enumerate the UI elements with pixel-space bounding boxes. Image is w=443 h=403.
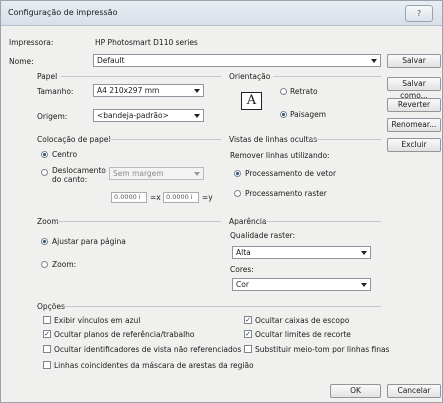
rename-button[interactable]: Renomear... [387,118,441,132]
chevron-down-icon [194,114,200,118]
colors-value: Cor [236,280,249,289]
paper-source-label: Origem: [37,112,68,121]
colors-label: Cores: [230,265,254,274]
center-label: Centro [52,150,78,159]
offset-label-line1: Deslocamento [52,166,106,175]
printer-value: HP Photosmart D110 series [95,38,198,47]
chevron-down-icon [371,59,377,63]
raster-processing-label: Processamento raster [245,189,327,198]
offset-x-input[interactable]: 0.0000 i [111,192,147,203]
save-as-button[interactable]: Salvar como... [387,77,441,100]
raster-processing-radio[interactable] [234,190,241,197]
hide-crop-boundaries-checkbox[interactable]: ✓ [244,330,252,338]
chevron-down-icon [361,251,367,255]
print-setup-dialog: Configuração de impressão ? Impressora: … [0,0,443,403]
name-label: Nome: [9,57,34,66]
save-button[interactable]: Salvar [387,54,441,68]
paper-group-label: Papel [37,72,58,81]
paper-group-divider [61,76,221,77]
hide-ref-planes-label: Ocultar planos de referência/trabalho [54,330,195,339]
hide-unreferenced-tags-checkbox[interactable] [43,345,51,353]
margin-value: Sem margem [113,169,164,178]
options-group-label: Opções [37,302,65,311]
raster-quality-select[interactable]: Alta [232,246,371,259]
placement-group-divider [109,139,221,140]
appearance-group-divider [265,221,381,222]
offset-radio[interactable] [41,169,48,176]
paper-size-value: A4 210x297 mm [97,86,160,95]
options-group-divider [63,306,381,307]
help-button[interactable]: ? [405,5,433,22]
zoom-label: Zoom: [52,260,77,269]
landscape-label: Paisagem [290,110,327,119]
colors-select[interactable]: Cor [232,278,371,291]
zoom-radio[interactable] [41,261,48,268]
chevron-down-icon [361,283,367,287]
appearance-group-label: Aparência [229,217,267,226]
show-links-in-blue-label: Exibir vínculos em azul [54,316,141,325]
orientation-group-divider [273,76,381,77]
raster-quality-value: Alta [236,248,251,257]
cancel-button[interactable]: Cancelar [387,384,441,398]
offset-label-line2: do canto: [52,175,88,184]
region-edges-mask-checkbox[interactable] [43,361,51,369]
offset-x-label: =x [150,193,161,202]
remove-lines-label: Remover linhas utilizando: [230,151,330,160]
paper-source-value: <bandeja-padrão> [97,111,169,120]
hidden-lines-group-divider [311,139,381,140]
delete-button[interactable]: Excluir [387,138,441,152]
fit-to-page-radio[interactable] [41,238,48,245]
hide-crop-boundaries-label: Ocultar limites de recorte [255,330,351,339]
chevron-down-icon [194,89,200,93]
chevron-down-icon [194,172,200,176]
ok-button[interactable]: OK [330,384,381,398]
vector-processing-label: Processamento de vetor [245,169,337,178]
zoom-group-label: Zoom [37,217,59,226]
hide-unreferenced-tags-label: Ocultar identificadores de vista não ref… [54,345,242,354]
zoom-group-divider [57,221,221,222]
region-edges-mask-label: Linhas coincidentes da máscara de aresta… [54,361,254,370]
vector-processing-radio[interactable] [234,170,241,177]
replace-halftone-checkbox[interactable] [244,345,252,353]
center-radio[interactable] [41,151,48,158]
offset-y-input[interactable]: 0.0000 i [163,192,199,203]
portrait-radio[interactable] [280,88,287,95]
paper-source-select[interactable]: <bandeja-padrão> [93,109,204,122]
paper-size-label: Tamanho: [37,87,74,96]
margin-select[interactable]: Sem margem [109,167,204,180]
raster-quality-label: Qualidade raster: [230,231,296,240]
title-bar: Configuração de impressão ? [1,1,442,26]
name-select[interactable]: Default [93,54,381,67]
dialog-title: Configuração de impressão [8,8,118,17]
replace-halftone-label: Substituir meio-tom por linhas finas [255,345,390,354]
hidden-lines-group-label: Vistas de linhas ocultas [229,135,318,144]
portrait-label: Retrato [290,87,318,96]
fit-to-page-label: Ajustar para página [52,237,126,246]
orientation-group-label: Orientação [229,72,271,81]
landscape-radio[interactable] [280,111,287,118]
show-links-in-blue-checkbox[interactable] [43,316,51,324]
hide-scope-boxes-label: Ocultar caixas de escopo [255,316,350,325]
name-select-value: Default [97,56,125,65]
revert-button[interactable]: Reverter [387,98,441,112]
printer-label: Impressora: [9,38,54,47]
paper-size-select[interactable]: A4 210x297 mm [93,84,204,97]
offset-y-label: =y [202,193,213,202]
hide-scope-boxes-checkbox[interactable]: ✓ [244,316,252,324]
hide-ref-planes-checkbox[interactable]: ✓ [43,330,51,338]
orientation-preview-icon: A [241,92,262,110]
placement-group-label: Colocação de papel [37,135,111,144]
